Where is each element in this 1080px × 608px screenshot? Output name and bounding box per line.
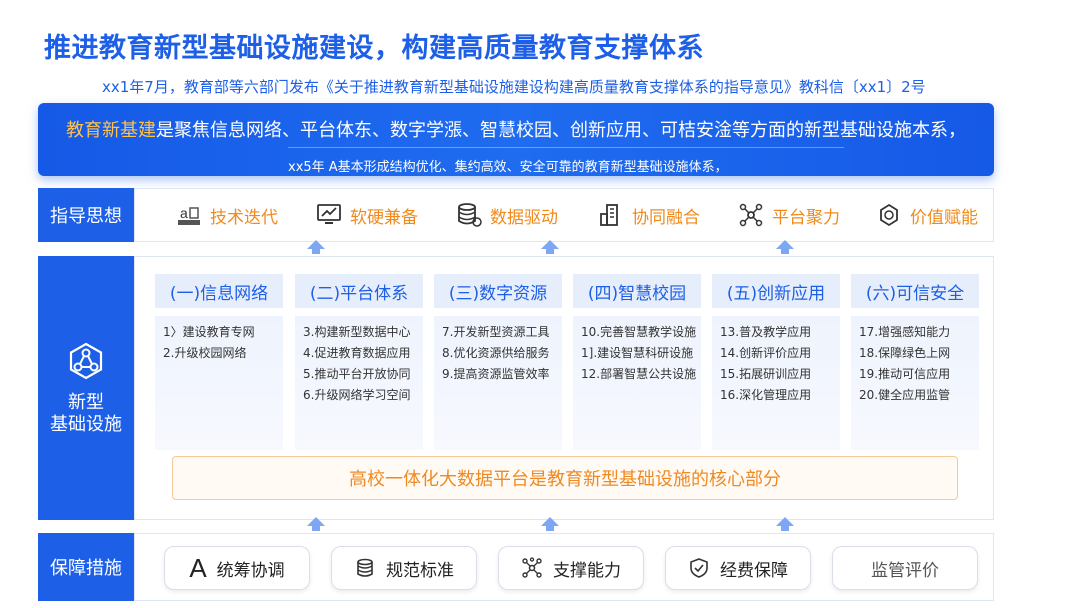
infra-column: (二)平台体系 3.构建新型数据中心 4.促进教育数据应用 5.推动平台开放协同… <box>295 274 423 450</box>
banner-line-1: 教育新基建是聚焦信息网络、平台体东、数字学漲、智慧校园、创新应用、可桔安淦等方面… <box>66 116 966 142</box>
column-header: (一)信息网络 <box>155 274 283 308</box>
arrow-up-icon <box>541 517 559 526</box>
column-header: (五)创新应用 <box>712 274 840 308</box>
list-item: 5.推动平台开放协同 <box>303 367 411 381</box>
arrow-up-icon <box>776 517 794 526</box>
infra-column: (五)创新应用 13.普及教学应用 14.创新评价应用 15.拓展研训应用 16… <box>712 274 840 450</box>
column-body: 13.普及教学应用 14.创新评价应用 15.拓展研训应用 16.深化管理应用 <box>712 316 840 450</box>
column-header: (二)平台体系 <box>295 274 423 308</box>
arrow-stem <box>546 526 554 531</box>
column-body: 7.开发新型资源工具 8.优化资源供给服务 9.提高资源监管效率 <box>434 316 562 450</box>
list-item: 12.部署智慧公共设施 <box>581 367 697 381</box>
list-item: 2.升级校园网络 <box>163 346 247 360</box>
core-platform-note: 高校一体化大数据平台是教育新型基础设施的核心部分 <box>172 456 958 500</box>
infra-column: (六)可信安全 17.增强感知能力 18.保障绿色上网 19.推动可信应用 20… <box>851 274 979 450</box>
arrow-stem <box>312 249 320 254</box>
column-body: 17.增强感知能力 18.保障绿色上网 19.推动可信应用 20.健全应用监管 <box>851 316 979 450</box>
banner-line-2: xx5年 A基本形成结构优化、集约高效、安全可靠的教育新型基础设施体系， <box>288 160 728 175</box>
arrow-stem <box>781 526 789 531</box>
arrow-stem <box>312 526 320 531</box>
arrow-stem <box>781 249 789 254</box>
guide-item-label: 协同融合 <box>632 207 700 228</box>
infra-column: (一)信息网络 1〉建设教育专网 2.升级校园网络 <box>155 274 283 450</box>
banner-divider <box>288 147 844 148</box>
ensure-item-label: 支撑能力 <box>553 560 621 581</box>
arrow-up-icon <box>541 240 559 249</box>
ensure-item-coordination: A 统筹协调 <box>164 546 310 590</box>
shield-check-icon <box>690 558 708 578</box>
arrow-stem <box>546 249 554 254</box>
banner-line-1-text: 是聚焦信息网络、平台体东、数字学漲、智慧校园、创新应用、可桔安淦等方面的新型基础… <box>156 120 966 141</box>
guide-item-label: 数据驱动 <box>490 207 558 228</box>
column-body: 3.构建新型数据中心 4.促进教育数据应用 5.推动平台开放协同 6.升级网络学… <box>295 316 423 450</box>
list-item: 10.完善智慧教学设施 <box>581 325 697 339</box>
list-item: 17.增强感知能力 <box>859 325 951 339</box>
guide-item-label: 技术迭代 <box>210 207 278 228</box>
guide-item-value: 价值赋能 <box>876 188 978 242</box>
svg-text:a: a <box>180 205 188 221</box>
infra-label-line-1: 新型 <box>68 392 104 413</box>
guide-item-label: 价值赋能 <box>910 207 978 228</box>
page-title: 推进教育新型基础设施建设，构建高质量教育支撑体系 <box>44 33 704 64</box>
list-item: 4.促进教育数据应用 <box>303 346 411 360</box>
guide-item-collab: 协同融合 <box>598 188 700 242</box>
molecule-icon <box>522 557 542 578</box>
ensure-item-label: 经费保障 <box>720 560 788 581</box>
list-item: 6.升级网络学习空间 <box>303 388 411 402</box>
ensure-item-support: 支撑能力 <box>498 546 644 590</box>
guide-item-label: 软硬兼备 <box>350 207 418 228</box>
list-item: 14.创新评价应用 <box>720 346 812 360</box>
list-item: 7.开发新型资源工具 <box>442 325 550 339</box>
list-item: 1〉建设教育专网 <box>163 325 255 339</box>
arrow-up-icon <box>307 517 325 526</box>
database-icon <box>458 203 482 227</box>
guide-item-platform: 平台聚力 <box>738 188 840 242</box>
network-icon <box>739 203 763 227</box>
list-item: 19.推动可信应用 <box>859 367 951 381</box>
guide-items: a 技术迭代 软硬兼备 数据驱动 协同融合 平台聚力 价值赋能 <box>134 188 994 242</box>
list-item: 13.普及教学应用 <box>720 325 812 339</box>
value-icon <box>880 203 898 227</box>
list-item: 20.健全应用监管 <box>859 388 951 402</box>
hexagon-network-icon <box>69 342 103 380</box>
page-subtitle: xx1年7月，教育部等六部门发布《关于推进教育新型基础设施建设构建高质量教育支撑… <box>102 78 926 96</box>
column-header: (三)数字资源 <box>434 274 562 308</box>
infra-column: (四)智慧校园 10.完善智慧教学设施 1].建设智慧科研设施 12.部署智慧公… <box>573 274 701 450</box>
banner-highlight: 教育新基建 <box>66 120 156 141</box>
column-header: (四)智慧校园 <box>573 274 701 308</box>
list-item: 3.构建新型数据中心 <box>303 325 411 339</box>
arrow-up-icon <box>307 240 325 249</box>
ensure-item-standards: 规范标准 <box>331 546 477 590</box>
intro-banner: 教育新基建是聚焦信息网络、平台体东、数字学漲、智慧校园、创新应用、可桔安淦等方面… <box>38 103 994 176</box>
guide-item-hardware: 软硬兼备 <box>316 188 418 242</box>
infra-label: 新型 基础设施 <box>38 256 134 520</box>
ensure-item-funding: 经费保障 <box>665 546 811 590</box>
ensure-item-supervision: 监管评价 <box>832 546 978 590</box>
column-header: (六)可信安全 <box>851 274 979 308</box>
arrow-up-icon <box>776 240 794 249</box>
list-item: 1].建设智慧科研设施 <box>581 346 694 360</box>
database-icon <box>357 558 373 577</box>
column-body: 10.完善智慧教学设施 1].建设智慧科研设施 12.部署智慧公共设施 <box>573 316 701 450</box>
infra-column: (三)数字资源 7.开发新型资源工具 8.优化资源供给服务 9.提高资源监管效率 <box>434 274 562 450</box>
monitor-chart-icon <box>317 204 341 224</box>
ensure-item-label: 统筹协调 <box>216 560 285 581</box>
list-item: 9.提高资源监管效率 <box>442 367 550 381</box>
guide-item-tech: a 技术迭代 <box>176 188 278 242</box>
list-item: 18.保障绿色上网 <box>859 346 951 360</box>
list-item: 8.优化资源供给服务 <box>442 346 550 360</box>
list-item: 15.拓展研训应用 <box>720 367 812 381</box>
guide-label: 指导思想 <box>38 188 134 242</box>
tech-icon: a <box>178 205 200 225</box>
letter-a-icon: A <box>189 552 207 583</box>
guide-item-data: 数据驱动 <box>456 188 558 242</box>
list-item: 16.深化管理应用 <box>720 388 812 402</box>
column-body: 1〉建设教育专网 2.升级校园网络 <box>155 316 283 450</box>
ensure-item-label: 规范标准 <box>386 560 454 581</box>
ensure-item-label: 监管评价 <box>871 560 939 581</box>
building-icon <box>600 204 618 226</box>
ensure-label: 保障措施 <box>38 533 134 601</box>
guide-item-label: 平台聚力 <box>772 207 840 228</box>
infra-label-line-2: 基础设施 <box>50 414 122 435</box>
